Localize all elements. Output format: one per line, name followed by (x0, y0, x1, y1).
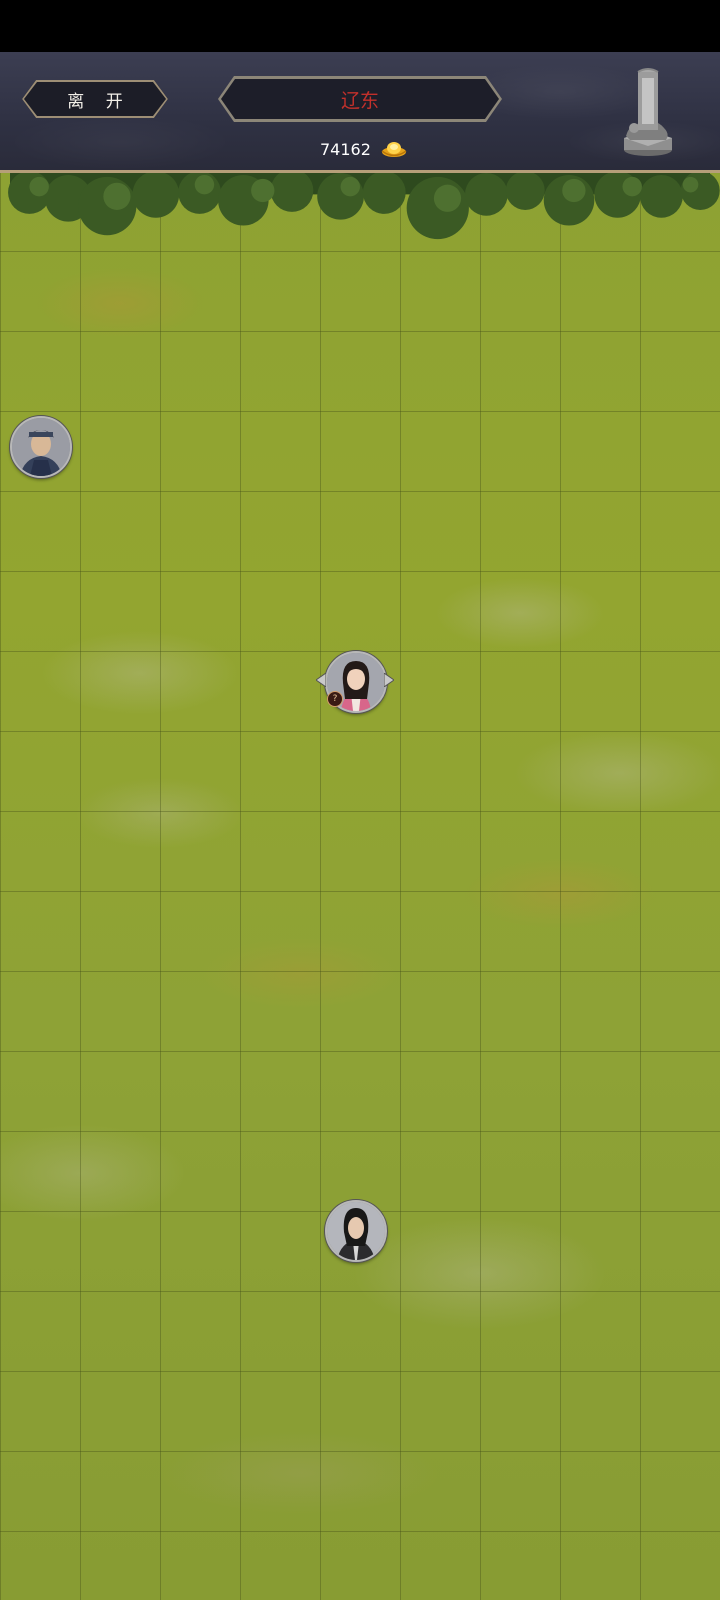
gold-ingot-icon (381, 140, 407, 158)
location-title: 辽东 (218, 76, 502, 122)
leave-button[interactable]: 离 开 (22, 80, 168, 118)
tree-line (0, 173, 720, 243)
unit-swordsman-black[interactable] (325, 1200, 387, 1262)
stone-stele-icon[interactable] (618, 66, 676, 158)
status-bar (0, 0, 720, 52)
gold-counter: 74162 (320, 134, 407, 164)
location-name: 辽东 (218, 76, 502, 122)
gold-amount: 74162 (320, 140, 371, 159)
man-portrait-icon (327, 1202, 385, 1260)
battle-map[interactable]: ? (0, 173, 720, 1600)
left-arrow-icon (316, 673, 326, 687)
top-bar: 离 开 辽东 74162 (0, 52, 720, 173)
right-arrow-icon (384, 673, 394, 687)
map-grid (0, 173, 720, 1600)
unit-status-badge: ? (327, 691, 343, 707)
unit-warrior-helmet[interactable] (10, 416, 72, 478)
warrior-portrait-icon (12, 418, 70, 476)
leave-label: 离 开 (59, 87, 130, 112)
